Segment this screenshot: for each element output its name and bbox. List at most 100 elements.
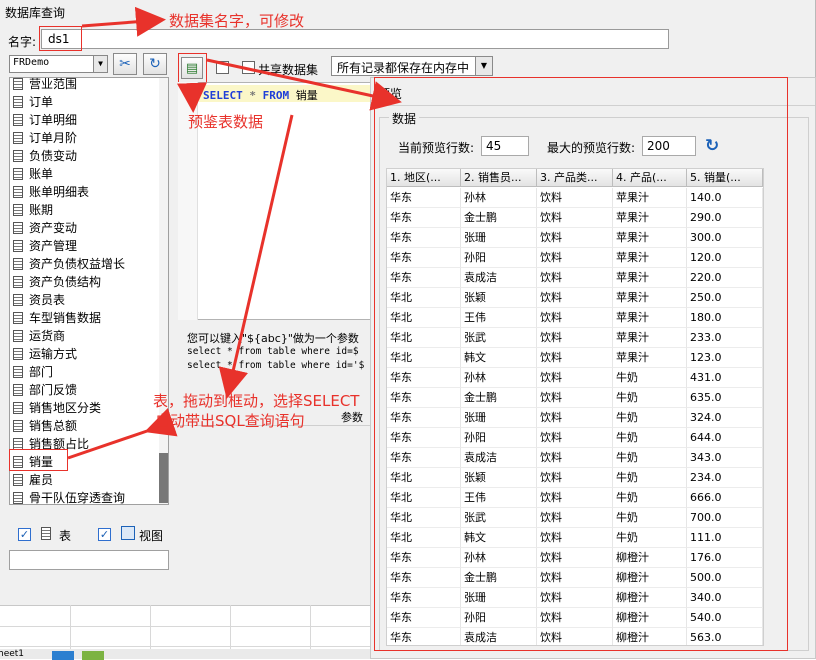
refresh-button[interactable]: ↻ bbox=[143, 53, 167, 75]
tree-item[interactable]: 账单明细表 bbox=[13, 183, 89, 201]
tree-item[interactable]: 运货商 bbox=[13, 327, 65, 345]
tree-item[interactable]: 负债变动 bbox=[13, 147, 77, 165]
show-views-label: 视图 bbox=[139, 529, 164, 543]
name-highlight-box bbox=[39, 26, 82, 51]
table-icon bbox=[13, 96, 23, 108]
table-cell: 孙林 bbox=[461, 188, 537, 208]
tree-scrollbar[interactable] bbox=[159, 78, 168, 504]
table-cell: 王伟 bbox=[461, 488, 537, 508]
tree-item[interactable]: 账期 bbox=[13, 201, 53, 219]
sql-table-name: 销量 bbox=[295, 89, 318, 102]
table-cell: 苹果汁 bbox=[613, 188, 687, 208]
table-cell: 柳橙汁 bbox=[613, 608, 687, 628]
table-cell: 666.0 bbox=[687, 488, 763, 508]
params-tab[interactable]: 参数 bbox=[341, 409, 363, 425]
table-cell: 饮料 bbox=[537, 208, 613, 228]
tree-item[interactable]: 车型销售数据 bbox=[13, 309, 101, 327]
table-cell: 袁成洁 bbox=[461, 448, 537, 468]
table-cell: 华东 bbox=[387, 608, 461, 628]
annotation-dataset-name: 数据集名字，可修改 bbox=[169, 12, 305, 30]
table-cell: 饮料 bbox=[537, 188, 613, 208]
column-header[interactable]: 3. 产品类... bbox=[537, 169, 613, 187]
table-cell: 张珊 bbox=[461, 408, 537, 428]
show-views-checkbox[interactable]: ✓ bbox=[98, 528, 111, 541]
sql-star: * bbox=[249, 89, 256, 102]
connection-settings-button[interactable]: ✂ bbox=[113, 53, 137, 75]
tree-item[interactable]: 资员表 bbox=[13, 291, 65, 309]
tree-item[interactable]: 骨干队伍穿透查询 bbox=[13, 489, 125, 504]
tree-item[interactable]: 订单 bbox=[13, 93, 53, 111]
column-header[interactable]: 5. 销量(... bbox=[687, 169, 763, 187]
tree-item-label: 销售总额 bbox=[29, 419, 78, 433]
tree-item[interactable]: 资产管理 bbox=[13, 237, 77, 255]
tree-item[interactable]: 订单月阶 bbox=[13, 129, 77, 147]
table-cell: 牛奶 bbox=[613, 508, 687, 528]
table-cell: 华北 bbox=[387, 488, 461, 508]
tree-item[interactable]: 销售地区分类 bbox=[13, 399, 101, 417]
table-cell: 饮料 bbox=[537, 408, 613, 428]
tree-item-label: 订单月阶 bbox=[29, 131, 78, 145]
table-cell: 华东 bbox=[387, 368, 461, 388]
column-header[interactable]: 1. 地区(... bbox=[387, 169, 461, 187]
tree-item[interactable]: 部门反馈 bbox=[13, 381, 77, 399]
sales-table-highlight-box bbox=[9, 449, 68, 471]
tree-item[interactable]: 运输方式 bbox=[13, 345, 77, 363]
tree-item-label: 订单明细 bbox=[29, 113, 78, 127]
column-header[interactable]: 4. 产品(... bbox=[613, 169, 687, 187]
memory-option-select[interactable]: 所有记录都保存在内存中 ▼ bbox=[331, 56, 493, 76]
line-number: 1 bbox=[184, 88, 191, 99]
table-cell: 290.0 bbox=[687, 208, 763, 228]
tree-item[interactable]: 资产负债结构 bbox=[13, 273, 101, 291]
preview-table[interactable]: 1. 地区(... 2. 销售员... 3. 产品类... 4. 产品(... 5. 销… bbox=[386, 168, 764, 646]
table-icon bbox=[13, 222, 23, 234]
table-icon bbox=[13, 366, 23, 378]
table-icon bbox=[13, 312, 23, 324]
table-cell: 饮料 bbox=[537, 448, 613, 468]
table-tree[interactable]: 营业范围 订单订单明细订单月阶负债变动账单账单明细表 账期 资产变动 资产管理 资产负债权… bbox=[9, 77, 169, 505]
window-title: 数据库查询 bbox=[5, 6, 66, 20]
tree-item-label: 账单 bbox=[29, 167, 54, 181]
tree-item[interactable]: 部门 bbox=[13, 363, 53, 381]
table-cell: 饮料 bbox=[537, 548, 613, 568]
table-cell: 540.0 bbox=[687, 608, 763, 628]
database-select[interactable]: FRDemo ▼ bbox=[9, 55, 108, 73]
column-header[interactable]: 2. 销售员... bbox=[461, 169, 537, 187]
memory-option-value: 所有记录都保存在内存中 bbox=[337, 61, 470, 75]
tree-item[interactable]: 营业范围 bbox=[13, 78, 77, 93]
table-filter-input[interactable] bbox=[9, 550, 169, 570]
tree-item[interactable]: 账单 bbox=[13, 165, 53, 183]
table-cell: 牛奶 bbox=[613, 428, 687, 448]
dataset-name-input[interactable]: ds1 bbox=[41, 29, 669, 49]
table-cell: 张珊 bbox=[461, 588, 537, 608]
table-cell: 123.0 bbox=[687, 348, 763, 368]
tree-scrollbar-thumb[interactable] bbox=[159, 453, 168, 503]
show-tables-label: 表 bbox=[59, 529, 72, 543]
table-cell: 华东 bbox=[387, 268, 461, 288]
table-cell: 苹果汁 bbox=[613, 248, 687, 268]
tree-item[interactable]: 销售总额 bbox=[13, 417, 77, 435]
tree-item-label: 车型销售数据 bbox=[29, 311, 102, 325]
table-cell: 120.0 bbox=[687, 248, 763, 268]
table-icon bbox=[13, 348, 23, 360]
tree-item[interactable]: 订单明细 bbox=[13, 111, 77, 129]
table-cell: 饮料 bbox=[537, 468, 613, 488]
table-cell: 饮料 bbox=[537, 528, 613, 548]
table-cell: 饮料 bbox=[537, 288, 613, 308]
table-cell: 176.0 bbox=[687, 548, 763, 568]
preview-highlight-box bbox=[178, 53, 207, 83]
share-dataset-checkbox[interactable] bbox=[242, 61, 255, 74]
table-cell: 饮料 bbox=[537, 348, 613, 368]
sql-query-line[interactable]: SELECT * FROM 销量 bbox=[203, 87, 318, 103]
tree-item[interactable]: 资产负债权益增长 bbox=[13, 255, 125, 273]
chevron-down-icon: ▼ bbox=[93, 56, 107, 72]
table-cell: 饮料 bbox=[537, 388, 613, 408]
extra-checkbox[interactable] bbox=[216, 61, 229, 74]
tree-item[interactable]: 资产变动 bbox=[13, 219, 77, 237]
table-icon bbox=[13, 132, 23, 144]
table-cell: 柳橙汁 bbox=[613, 548, 687, 568]
view-icon bbox=[121, 526, 135, 540]
table-cell: 饮料 bbox=[537, 588, 613, 608]
tree-item[interactable]: 雇员 bbox=[13, 471, 53, 489]
sheet-tab[interactable]: heet1 bbox=[0, 649, 24, 659]
show-tables-checkbox[interactable]: ✓ bbox=[18, 528, 31, 541]
